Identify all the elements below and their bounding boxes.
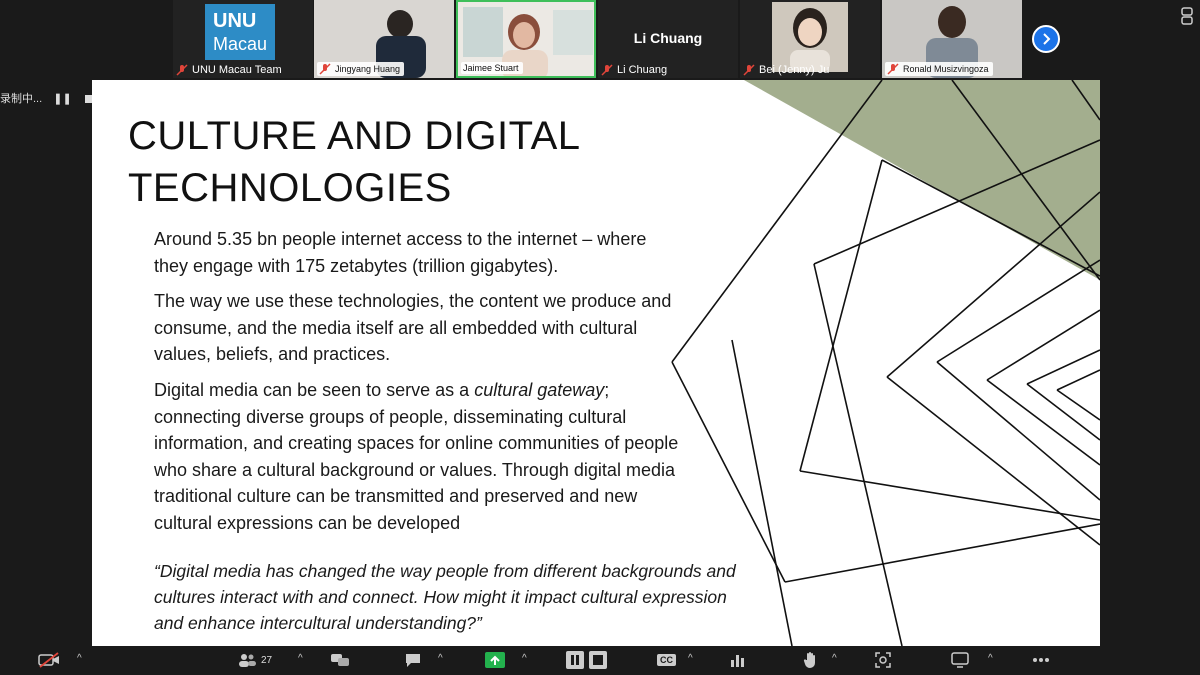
emphasis-cultural-gateway: cultural gateway bbox=[474, 380, 605, 400]
share-screen-button[interactable] bbox=[485, 650, 505, 670]
participant-tile-li-chuang[interactable]: Li Chuang Li Chuang bbox=[598, 0, 738, 78]
shared-slide: CULTURE AND DIGITAL TECHNOLOGIES Around … bbox=[92, 80, 1100, 646]
pause-share-button[interactable] bbox=[566, 650, 584, 670]
unu-macau-logo: UNU Macau bbox=[205, 4, 275, 60]
video-muted-icon bbox=[38, 652, 59, 668]
chat-button[interactable] bbox=[404, 650, 422, 670]
participants-count: 27 bbox=[261, 654, 273, 666]
mic-muted-icon bbox=[601, 64, 613, 76]
participant-tile-jingyang-huang[interactable]: Jingyang Huang bbox=[314, 0, 454, 78]
chat-bubbles-icon bbox=[331, 654, 349, 666]
captions-button[interactable]: CC bbox=[657, 650, 676, 670]
video-options-caret[interactable]: ^ bbox=[77, 653, 82, 664]
participant-strip: UNU Macau UNU Macau Team Jingyang Huang bbox=[0, 0, 1200, 80]
participant-tile-unu-macau[interactable]: UNU Macau UNU Macau Team bbox=[173, 0, 313, 78]
view-button[interactable] bbox=[951, 650, 969, 670]
participant-name-tag: Bei (Jenny) Ju bbox=[743, 64, 829, 76]
reactions-chart-icon bbox=[731, 655, 744, 667]
recording-indicator: 录制中... ❚❚ bbox=[0, 90, 93, 106]
reactions-chart-button[interactable] bbox=[730, 650, 746, 670]
stop-share-icon bbox=[589, 651, 607, 669]
participant-name-tag: Ronald Musizvingoza bbox=[885, 62, 993, 76]
chat-options-caret[interactable]: ^ bbox=[438, 653, 443, 664]
participants-icon bbox=[239, 654, 256, 667]
share-screen-icon bbox=[485, 652, 505, 668]
participant-display-name: Li Chuang bbox=[633, 30, 703, 46]
slide-paragraph-1: Around 5.35 bn people internet access to… bbox=[154, 229, 647, 276]
mic-muted-icon bbox=[743, 64, 755, 76]
mic-muted-icon bbox=[319, 63, 331, 75]
participant-name-tag: UNU Macau Team bbox=[176, 64, 282, 76]
view-options-caret[interactable]: ^ bbox=[988, 653, 993, 664]
more-button[interactable] bbox=[1032, 650, 1050, 670]
view-toggle-icon[interactable] bbox=[1180, 6, 1194, 26]
video-button[interactable] bbox=[38, 650, 60, 670]
apps-icon bbox=[875, 652, 891, 668]
participant-name-tag: Jaimee Stuart bbox=[461, 62, 523, 74]
chevron-right-icon bbox=[1043, 33, 1051, 45]
pause-recording-icon[interactable]: ❚❚ bbox=[53, 92, 71, 105]
participant-tile-ronald-musizvingoza[interactable]: Ronald Musizvingoza bbox=[882, 0, 1022, 78]
slide-paragraph-3: Digital media can be seen to serve as a … bbox=[154, 380, 679, 533]
participant-name-tag: Li Chuang bbox=[601, 64, 667, 76]
share-options-caret[interactable]: ^ bbox=[522, 653, 527, 664]
pause-share-icon bbox=[566, 651, 584, 669]
chat-icon bbox=[406, 654, 420, 667]
apps-button[interactable] bbox=[875, 650, 891, 670]
participant-name-tag: Jingyang Huang bbox=[317, 62, 405, 76]
meeting-toolbar: ^ 27 ^ ^ ^ CC ^ ^ ^ bbox=[0, 646, 1200, 675]
captions-icon: CC bbox=[657, 654, 676, 666]
slide-title: CULTURE AND DIGITAL TECHNOLOGIES bbox=[128, 114, 580, 210]
mic-muted-icon bbox=[176, 64, 188, 76]
view-icon bbox=[951, 652, 969, 668]
chat-rooms-button[interactable] bbox=[330, 650, 350, 670]
more-icon bbox=[1033, 658, 1049, 662]
recording-label: 录制中... bbox=[0, 93, 43, 105]
reactions-options-caret[interactable]: ^ bbox=[832, 653, 837, 664]
captions-options-caret[interactable]: ^ bbox=[688, 653, 693, 664]
participants-button[interactable]: 27 bbox=[237, 650, 272, 670]
slide-paragraph-2: The way we use these technologies, the c… bbox=[154, 291, 672, 364]
participant-tile-jaimee-stuart[interactable]: Jaimee Stuart bbox=[456, 0, 596, 78]
next-page-button[interactable] bbox=[1032, 25, 1060, 53]
slide-quote: “Digital media has changed the way peopl… bbox=[154, 561, 736, 633]
participant-tile-bei-jenny-ju[interactable]: Bei (Jenny) Ju bbox=[740, 0, 880, 78]
stop-share-button[interactable] bbox=[589, 650, 607, 670]
mic-muted-icon bbox=[887, 63, 899, 75]
raise-hand-icon bbox=[803, 652, 815, 669]
participants-options-caret[interactable]: ^ bbox=[298, 653, 303, 664]
raise-hand-button[interactable] bbox=[803, 650, 819, 670]
green-triangle bbox=[744, 80, 1100, 280]
